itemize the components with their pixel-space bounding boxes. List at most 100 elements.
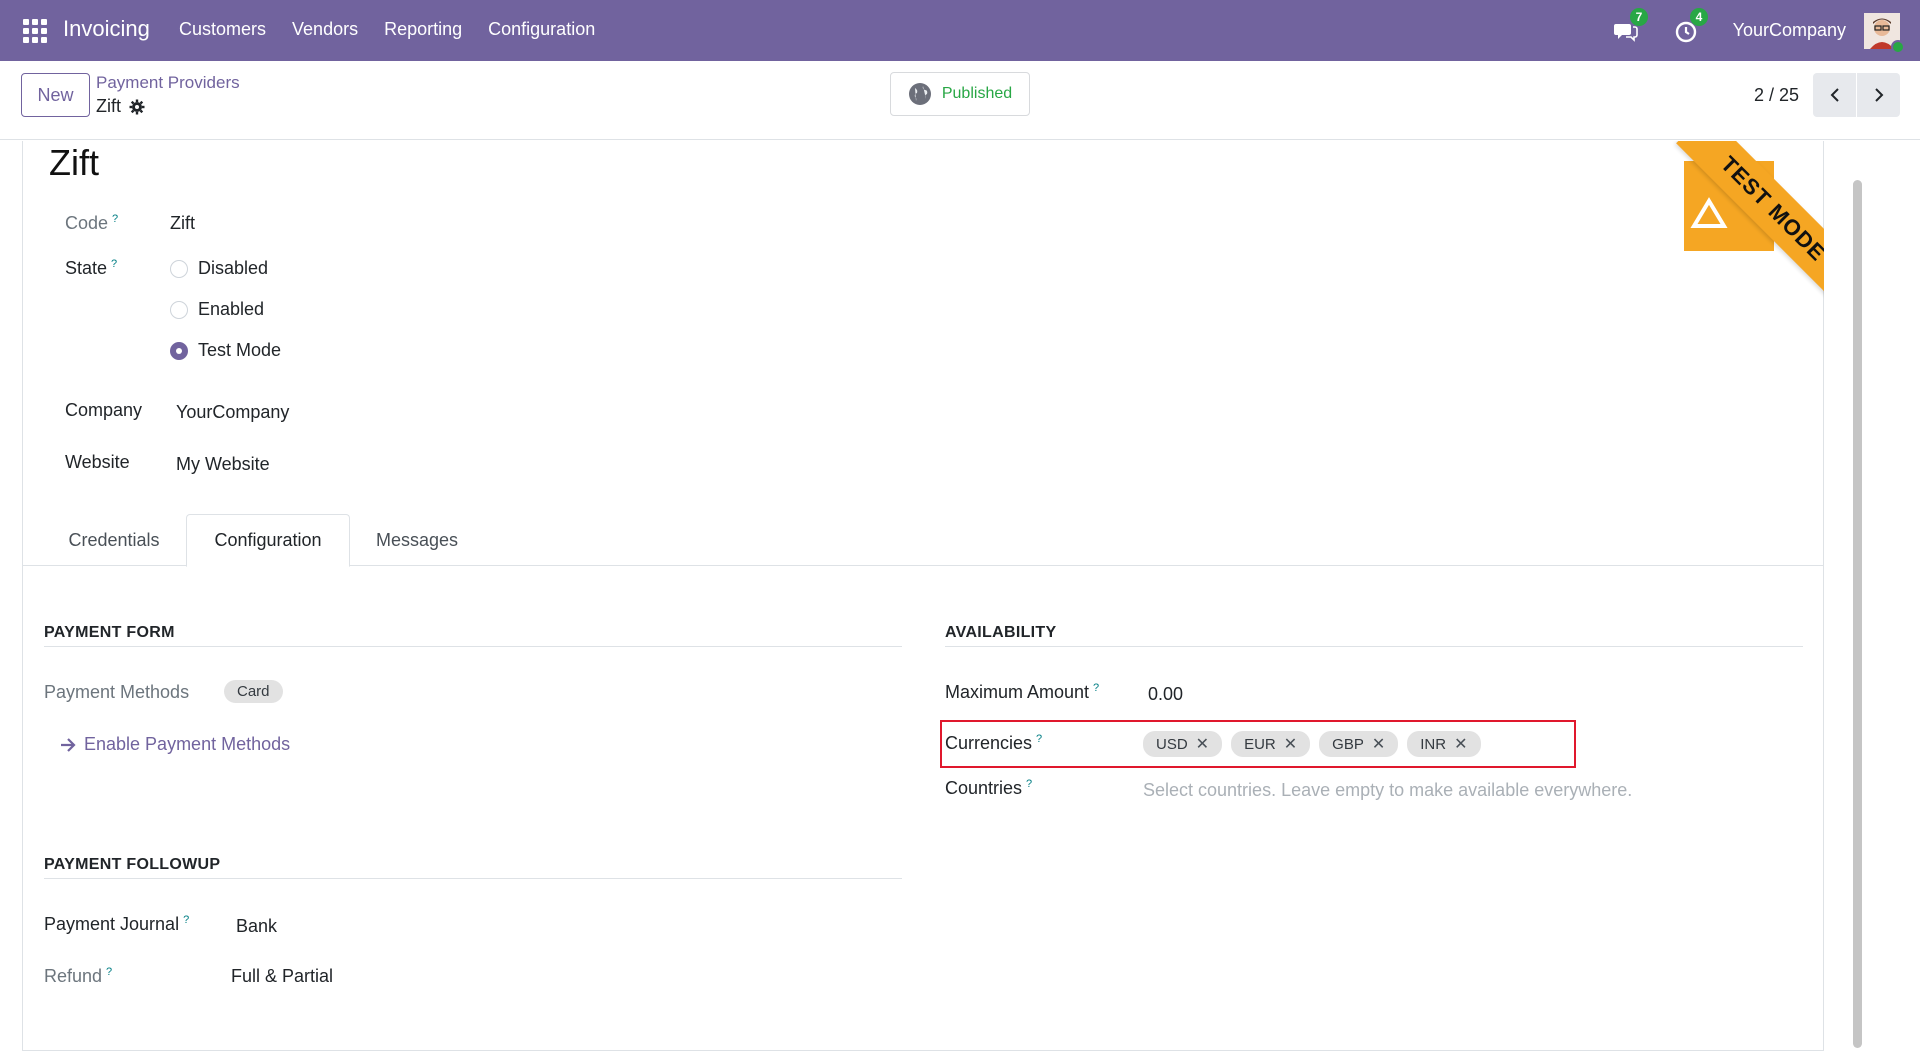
state-label-text: State	[65, 258, 108, 278]
remove-tag-icon[interactable]: ✕	[1196, 734, 1209, 754]
payment-followup-title: PAYMENT FOLLOWUP	[44, 856, 221, 873]
currency-tag-eur: EUR ✕	[1231, 731, 1311, 757]
maximum-amount-field[interactable]: 0.00	[1148, 684, 1183, 705]
published-button[interactable]: Published	[890, 72, 1030, 116]
tab-messages[interactable]: Messages	[352, 514, 482, 566]
website-label: Website	[65, 452, 130, 472]
payment-journal-help-icon[interactable]: ?	[183, 914, 189, 926]
currencies-label: Currencies?	[945, 733, 1042, 754]
control-panel: New Payment Providers Zift Published 2 /…	[0, 61, 1920, 140]
state-option-enabled[interactable]: Enabled	[170, 299, 264, 320]
menu-customers[interactable]: Customers	[179, 19, 266, 40]
remove-tag-icon[interactable]: ✕	[1284, 734, 1297, 754]
new-button[interactable]: New	[21, 73, 90, 117]
gear-icon[interactable]	[129, 99, 145, 115]
pager-previous-button[interactable]	[1813, 73, 1856, 117]
state-option-disabled[interactable]: Disabled	[170, 258, 268, 279]
top-navbar: Invoicing Customers Vendors Reporting Co…	[0, 0, 1920, 61]
code-value: Zift	[170, 213, 195, 233]
chevron-left-icon	[1830, 88, 1839, 102]
breadcrumb: Payment Providers Zift	[96, 73, 240, 117]
company-field[interactable]: YourCompany	[176, 402, 289, 423]
payment-followup-divider	[44, 878, 902, 879]
payment-journal-label: Payment Journal?	[44, 914, 189, 935]
remove-tag-icon[interactable]: ✕	[1372, 734, 1385, 754]
arrow-right-icon	[61, 737, 76, 752]
code-help-icon[interactable]: ?	[112, 213, 118, 225]
published-label: Published	[941, 85, 1013, 102]
countries-input[interactable]: Select countries. Leave empty to make av…	[1143, 780, 1632, 801]
pager: 2 / 25	[1754, 73, 1900, 117]
countries-label: Countries?	[945, 778, 1032, 799]
enable-payment-methods-label: Enable Payment Methods	[84, 734, 291, 754]
currencies-help-icon[interactable]: ?	[1036, 733, 1042, 745]
currency-tag-gbp: GBP ✕	[1319, 731, 1399, 757]
state-option-label: Enabled	[198, 299, 265, 319]
radio-disabled[interactable]	[170, 259, 188, 278]
code-label: Code?	[65, 213, 118, 234]
countries-help-icon[interactable]: ?	[1026, 778, 1032, 790]
pager-next-button[interactable]	[1857, 73, 1900, 117]
refund-label-text: Refund	[44, 966, 103, 986]
globe-icon	[908, 83, 931, 105]
main-menu: Customers Vendors Reporting Configuratio…	[179, 19, 621, 40]
remove-tag-icon[interactable]: ✕	[1454, 734, 1467, 754]
refund-value: Full & Partial	[231, 966, 334, 986]
systray: 7 4 YourCompany	[1613, 0, 1905, 61]
currencies-field[interactable]: USD ✕ EUR ✕ GBP ✕ INR ✕	[1143, 731, 1481, 757]
payment-journal-field[interactable]: Bank	[236, 916, 277, 937]
tab-credentials[interactable]: Credentials	[44, 514, 184, 566]
pager-value[interactable]: 2 / 25	[1754, 85, 1799, 106]
radio-test-mode[interactable]	[170, 341, 188, 360]
availability-divider	[945, 646, 1803, 647]
state-option-label: Test Mode	[198, 340, 282, 360]
company-switcher[interactable]: YourCompany	[1733, 20, 1846, 41]
payment-form-title: PAYMENT FORM	[44, 624, 175, 641]
website-field[interactable]: My Website	[176, 454, 270, 475]
availability-title: AVAILABILITY	[945, 624, 1057, 641]
app-name[interactable]: Invoicing	[63, 16, 150, 42]
state-label: State?	[65, 258, 117, 279]
messages-icon[interactable]: 7	[1613, 7, 1649, 44]
state-help-icon[interactable]: ?	[111, 258, 117, 270]
currency-tag-usd: USD ✕	[1143, 731, 1223, 757]
apps-menu-icon[interactable]	[23, 19, 47, 43]
record-title[interactable]: Zift	[49, 142, 99, 184]
radio-enabled[interactable]	[170, 300, 188, 319]
currency-tag-inr: INR ✕	[1407, 731, 1481, 757]
refund-help-icon[interactable]: ?	[106, 966, 112, 978]
online-status-dot	[1891, 39, 1905, 54]
activities-count-badge: 4	[1689, 7, 1709, 26]
company-label: Company	[65, 400, 143, 420]
menu-reporting[interactable]: Reporting	[384, 19, 462, 40]
scrollbar-thumb[interactable]	[1853, 180, 1862, 1048]
menu-configuration[interactable]: Configuration	[488, 19, 595, 40]
activities-clock-icon[interactable]: 4	[1673, 7, 1709, 44]
tab-configuration[interactable]: Configuration	[186, 514, 350, 567]
maximum-amount-help-icon[interactable]: ?	[1093, 682, 1099, 694]
currency-tag-label: INR	[1420, 735, 1447, 753]
currency-tag-label: EUR	[1244, 735, 1276, 753]
state-option-test-mode[interactable]: Test Mode	[170, 340, 281, 361]
enable-payment-methods-button[interactable]: Enable Payment Methods	[60, 734, 290, 755]
messages-count-badge: 7	[1629, 7, 1649, 26]
currency-tag-label: USD	[1156, 735, 1188, 753]
breadcrumb-current: Zift	[96, 96, 240, 117]
refund-label: Refund?	[44, 966, 112, 987]
breadcrumb-current-label: Zift	[96, 96, 121, 116]
maximum-amount-label: Maximum Amount?	[945, 682, 1099, 703]
user-avatar[interactable]	[1864, 12, 1905, 54]
payment-journal-label-text: Payment Journal	[44, 914, 180, 934]
payment-form-divider	[44, 646, 902, 647]
countries-label-text: Countries	[945, 778, 1023, 798]
payment-methods-field[interactable]: Card	[224, 680, 283, 703]
chevron-right-icon	[1874, 88, 1883, 102]
test-mode-ribbon: TEST MODE	[1648, 141, 1824, 317]
payment-methods-label: Payment Methods	[44, 682, 190, 702]
notebook-tabs: Credentials Configuration Messages	[22, 514, 1824, 567]
menu-vendors[interactable]: Vendors	[292, 19, 358, 40]
breadcrumb-payment-providers[interactable]: Payment Providers	[96, 73, 240, 93]
maximum-amount-label-text: Maximum Amount	[945, 682, 1090, 702]
payment-method-tag[interactable]: Card	[224, 680, 283, 703]
state-option-label: Disabled	[198, 258, 269, 278]
